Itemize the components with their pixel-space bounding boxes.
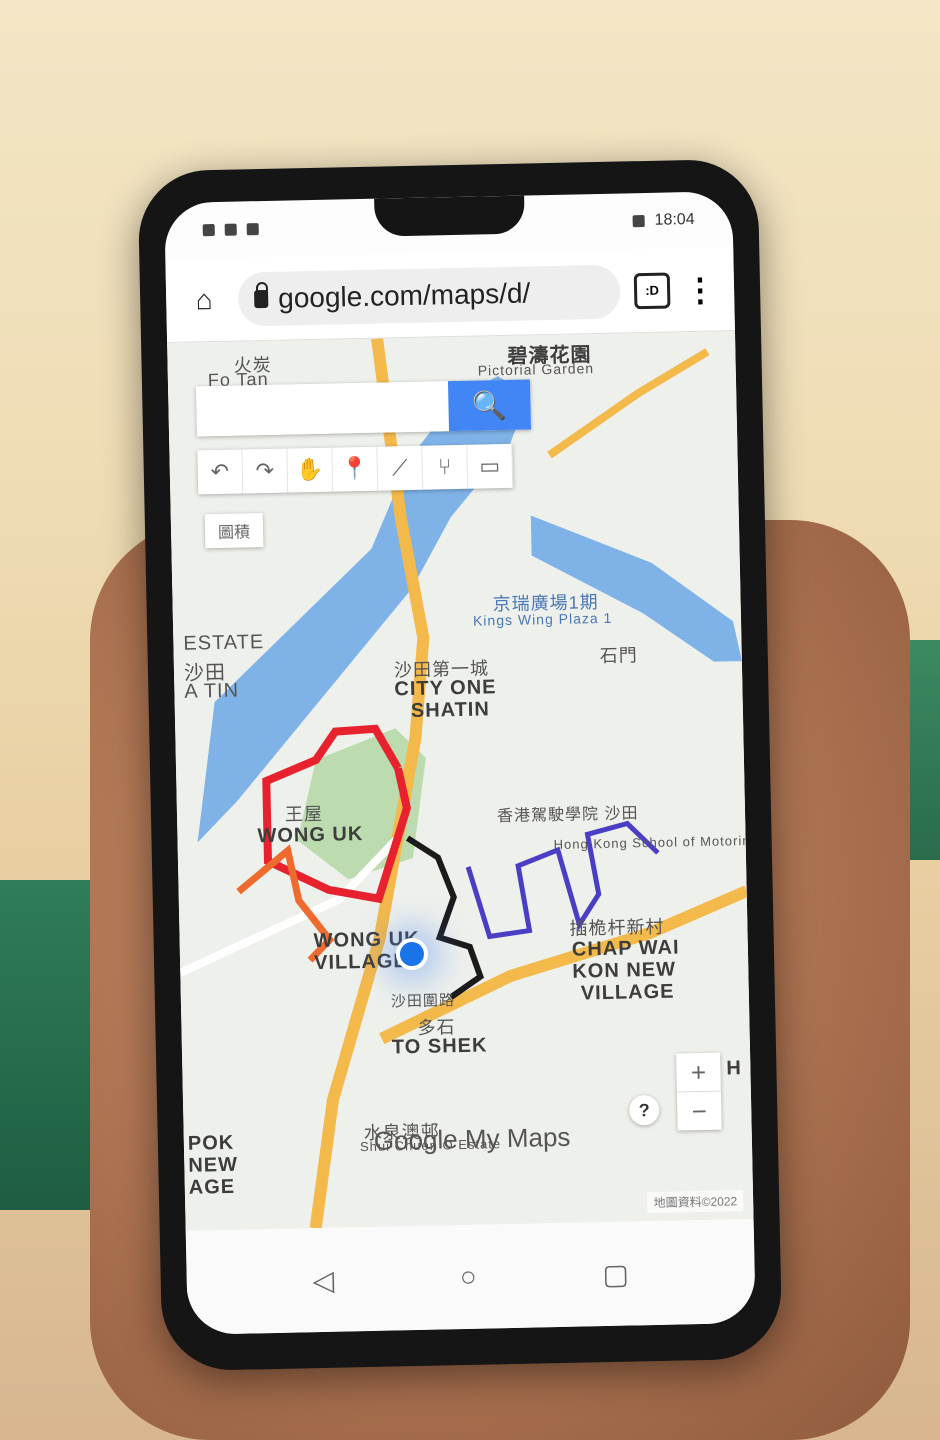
tab-switcher-button[interactable]: :D [633,271,671,309]
map-label-pok-en1: POK [187,1131,235,1155]
map-canvas[interactable]: 火炭 Fo Tan 碧濤花園 Pictorial Garden 🔍 ↶ ↷ ✋ … [167,331,754,1231]
hand-icon[interactable]: ✋ [287,447,334,493]
map-label-pok-en3: AGE [188,1175,236,1199]
draw-line-icon[interactable]: ⟋ [377,445,424,491]
undo-icon[interactable]: ↶ [197,449,244,495]
map-attribution: 地圖資料©2022 [647,1190,744,1214]
phone-screen: 18:04 ⌂ google.com/maps/d/ :D ⋮ 火炭 Fo Ta… [164,191,756,1335]
map-search-box[interactable]: 🔍 [196,379,531,437]
redo-icon[interactable]: ↷ [242,448,289,494]
map-label-pok-en2: NEW [188,1153,239,1177]
map-label-to-shek-en: TO SHEK [391,1034,488,1059]
brand-google: Google [373,1124,458,1156]
android-navbar: ◁ ○ ▢ [185,1218,756,1335]
map-search-input[interactable] [196,381,450,437]
marker-icon[interactable]: 📍 [332,446,379,492]
status-right-icons: 18:04 [632,210,695,230]
status-time: 18:04 [654,210,695,229]
zoom-out-button[interactable]: − [676,1090,722,1131]
map-label-wong-uk-en: WONG UK [257,823,364,848]
ruler-icon[interactable]: ▭ [467,443,514,489]
map-label-kings-wing-en: Kings Wing Plaza 1 [472,609,613,629]
map-label-wong-uk-zh: 王屋 [284,803,324,825]
map-label-village-en2: VILLAGE [313,950,408,975]
recents-icon[interactable]: ▢ [602,1257,629,1291]
map-label-tin: A TIN [184,679,240,703]
layer-button[interactable]: 圖積 [204,513,264,549]
map-label-pictorial-en: Pictorial Garden [477,360,595,379]
map-label-shatin-rd: 沙田圍路 [390,992,456,1011]
map-label-chap-wai-en3: VILLAGE [580,980,675,1005]
wifi-icon [224,223,237,236]
back-icon[interactable]: ◁ [312,1263,334,1296]
brand-my-maps: My Maps [464,1121,571,1154]
browser-toolbar: ⌂ google.com/maps/d/ :D ⋮ [165,247,735,344]
home-circle-icon[interactable]: ○ [459,1261,477,1293]
directions-icon[interactable]: ⑂ [422,444,469,490]
home-icon[interactable]: ⌂ [184,279,225,320]
brand-logo: Google My Maps [374,1122,571,1157]
map-label-school-zh: 香港駕駛學院 沙田 [496,805,639,826]
lock-icon [254,289,269,308]
map-label-city-one-en2: SHATIN [410,698,491,723]
phone: 18:04 ⌂ google.com/maps/d/ :D ⋮ 火炭 Fo Ta… [137,158,783,1372]
map-label-shek-mun: 石門 [599,645,638,667]
status-left-icons [202,223,259,237]
notch [374,195,525,237]
zoom-control: + − [676,1052,722,1131]
menu-icon[interactable]: ⋮ [684,271,717,308]
url-field[interactable]: google.com/maps/d/ [237,264,621,327]
map-label-estate: ESTATE [183,631,265,655]
map-toolbar: ↶ ↷ ✋ 📍 ⟋ ⑂ ▭ [197,443,514,495]
map-label-h-edge: H [726,1057,743,1080]
zoom-in-button[interactable]: + [676,1053,721,1092]
notification-icon [246,223,259,236]
signal-icon [202,224,215,237]
battery-icon [632,215,645,228]
url-text: google.com/maps/d/ [277,276,531,314]
search-icon[interactable]: 🔍 [447,379,531,432]
